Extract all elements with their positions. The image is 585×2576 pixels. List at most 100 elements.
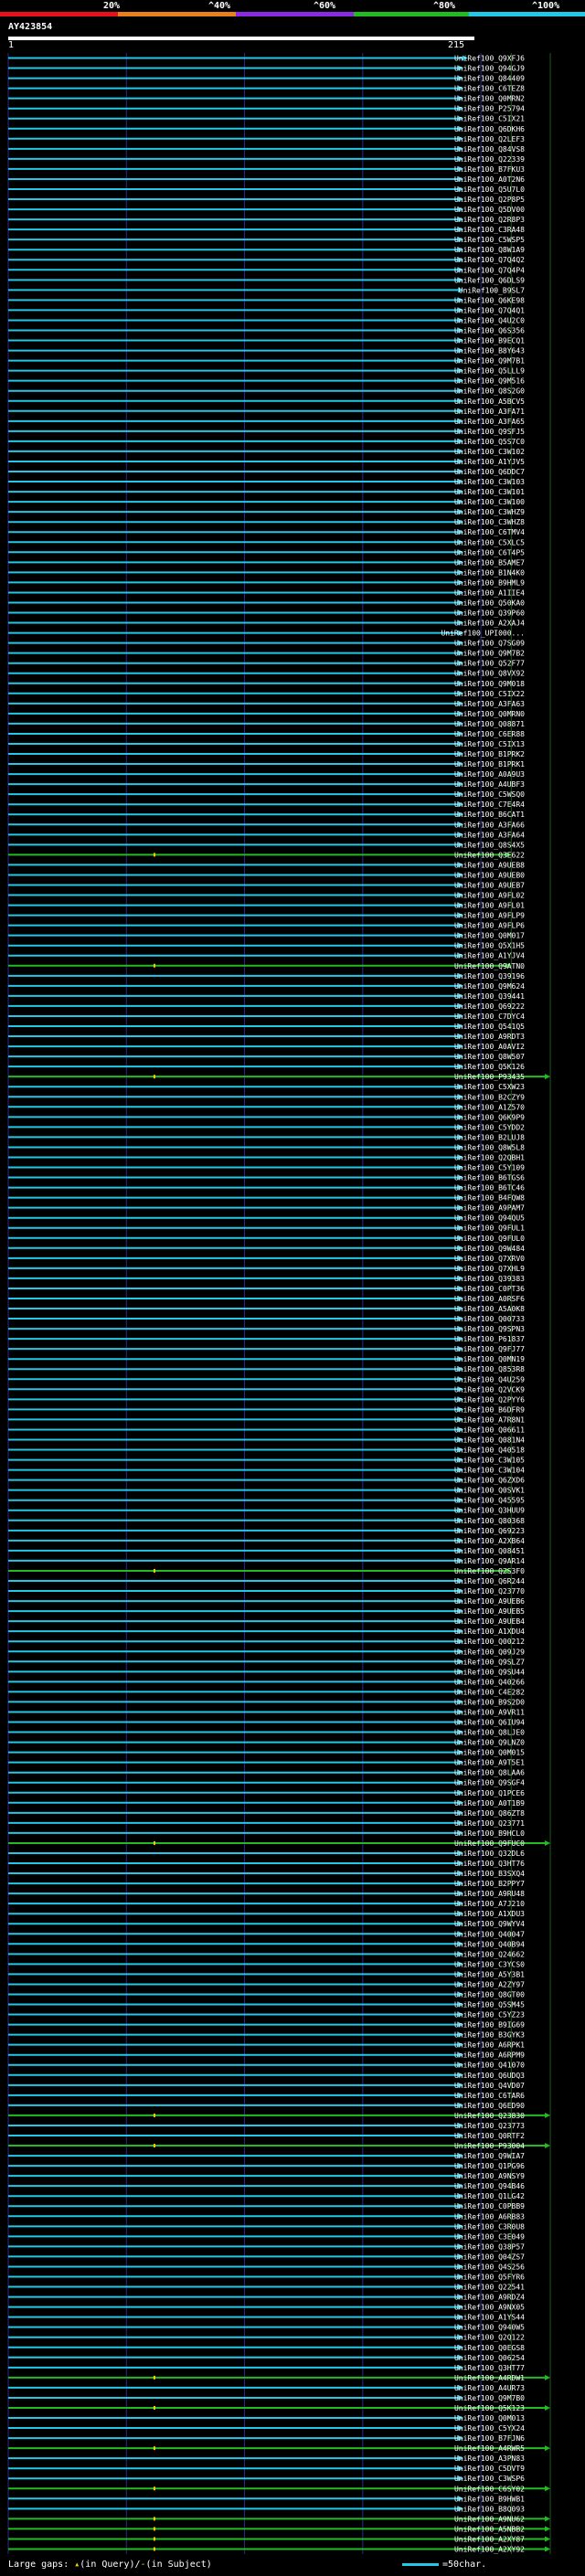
hit-row[interactable]: UniRef100_B9IG69 xyxy=(8,2021,525,2030)
hit-row[interactable]: UniRef100_C7DYC4 xyxy=(8,1012,525,1021)
hit-label[interactable]: UniRef100_Q1PG96 xyxy=(454,2162,525,2170)
hit-row[interactable]: UniRef100_B9HWB1 xyxy=(8,2495,525,2503)
hit-row[interactable]: UniRef100_Q80368 xyxy=(8,1517,525,1525)
hit-label[interactable]: UniRef100_B6TC46 xyxy=(454,1184,525,1193)
hit-row[interactable]: UniRef100_C5WSQ0 xyxy=(8,790,525,799)
hit-label[interactable]: UniRef100_Q2VCK9 xyxy=(454,1385,525,1394)
hit-row[interactable]: UniRef100_P25794 xyxy=(8,105,525,113)
hit-row[interactable]: UniRef100_Q8S2G0 xyxy=(8,387,525,396)
hit-row[interactable]: UniRef100_Q2S3F0 xyxy=(8,1567,525,1575)
hit-label[interactable]: UniRef100_Q2R8P3 xyxy=(454,216,525,224)
hit-row[interactable]: UniRef100_Q9M7B0 xyxy=(8,2394,525,2402)
hit-label[interactable]: UniRef100_Q5U7L0 xyxy=(454,186,525,194)
hit-row[interactable]: UniRef100_C3W104 xyxy=(8,1467,525,1475)
hit-row[interactable]: UniRef100_A9RDT3 xyxy=(8,1033,525,1041)
hit-label[interactable]: UniRef100_Q8VX92 xyxy=(454,670,525,678)
hit-row[interactable]: UniRef100_A6RB83 xyxy=(8,2212,525,2221)
hit-label[interactable]: UniRef100_A4UBF3 xyxy=(454,780,525,789)
hit-label[interactable]: UniRef100_Q5X1H5 xyxy=(454,942,525,950)
hit-label[interactable]: UniRef100_Q0M015 xyxy=(454,1749,525,1757)
hit-label[interactable]: UniRef100_C5Y109 xyxy=(454,1164,525,1172)
hit-row[interactable]: UniRef100_Q8LJE0 xyxy=(8,1729,525,1737)
hit-row[interactable]: UniRef100_A9UEB7 xyxy=(8,881,525,889)
hit-row[interactable]: UniRef100_Q40266 xyxy=(8,1678,525,1686)
hit-label[interactable]: UniRef100_P93004 xyxy=(454,2142,525,2150)
hit-row[interactable]: UniRef100_C5IX22 xyxy=(8,690,525,698)
hit-label[interactable]: UniRef100_B7FJN6 xyxy=(454,2434,525,2443)
hit-row[interactable]: UniRef100_Q23771 xyxy=(8,1819,525,1828)
hit-label[interactable]: UniRef100_Q5SM45 xyxy=(454,2001,525,2009)
hit-label[interactable]: UniRef100_A3FA65 xyxy=(454,418,525,426)
hit-label[interactable]: UniRef100_Q4VD07 xyxy=(454,2082,525,2090)
hit-label[interactable]: UniRef100_A9T5E1 xyxy=(454,1759,525,1767)
hit-label[interactable]: UniRef100_A6RB83 xyxy=(454,2212,525,2221)
hit-row[interactable]: UniRef100_Q9FUC0 xyxy=(8,1839,551,1848)
hit-label[interactable]: UniRef100_Q9XFJ6 xyxy=(454,55,525,63)
hit-row[interactable]: UniRef100_Q9M7B1 xyxy=(8,357,525,366)
hit-label[interactable]: UniRef100_Q94GJ9 xyxy=(454,65,525,73)
hit-row[interactable]: UniRef100_C6TMV4 xyxy=(8,528,525,536)
hit-label[interactable]: UniRef100_A1Z570 xyxy=(454,1103,525,1111)
hit-label[interactable]: UniRef100_A2XY92 xyxy=(454,2545,525,2553)
hit-label[interactable]: UniRef100_A7R8N1 xyxy=(454,1415,525,1424)
hit-label[interactable]: UniRef100_Q7SG09 xyxy=(454,640,525,648)
hit-label[interactable]: UniRef100_C5YZ23 xyxy=(454,2011,525,2019)
hit-label[interactable]: UniRef100_Q45595 xyxy=(454,1497,525,1505)
hit-label[interactable]: UniRef100_Q9LNZ0 xyxy=(454,1739,525,1747)
hit-row[interactable]: UniRef100_Q8LAA6 xyxy=(8,1769,525,1777)
hit-row[interactable]: UniRef100_Q2VCK9 xyxy=(8,1385,525,1394)
hit-row[interactable]: UniRef100_Q3E622 xyxy=(8,851,525,859)
hit-row[interactable]: UniRef100_B2CZY9 xyxy=(8,1093,525,1101)
hit-label[interactable]: UniRef100_A9UEB0 xyxy=(454,871,525,879)
hit-label[interactable]: UniRef100_Q9WYV4 xyxy=(454,1920,525,1928)
hit-row[interactable]: UniRef100_A9T5E1 xyxy=(8,1759,525,1767)
hit-label[interactable]: UniRef100_A9UEB6 xyxy=(454,1597,525,1606)
hit-row[interactable]: UniRef100_B9HCL0 xyxy=(8,1829,525,1838)
hit-label[interactable]: UniRef100_Q2Q122 xyxy=(454,2334,525,2342)
hit-label[interactable]: UniRef100_Q08871 xyxy=(454,720,525,728)
hit-row[interactable]: UniRef100_Q38P57 xyxy=(8,2242,525,2251)
hit-row[interactable]: UniRef100_Q2QBH1 xyxy=(8,1153,525,1161)
hit-row[interactable]: UniRef100_P61837 xyxy=(8,1335,525,1343)
hit-row[interactable]: UniRef100_Q6DKH6 xyxy=(8,125,525,133)
hit-row[interactable]: UniRef100_Q9XFJ6 xyxy=(8,55,525,63)
hit-label[interactable]: UniRef100_B8Q093 xyxy=(454,2505,525,2513)
hit-row[interactable]: UniRef100_A0AVI2 xyxy=(8,1043,525,1051)
hit-label[interactable]: UniRef100_B6TGS6 xyxy=(454,1174,525,1182)
hit-row[interactable]: UniRef100_C3W100 xyxy=(8,498,525,506)
hit-row[interactable]: UniRef100_B9ECQ1 xyxy=(8,337,525,345)
hit-label[interactable]: UniRef100_B2LUJ8 xyxy=(454,1133,525,1141)
hit-label[interactable]: UniRef100_C6TMV4 xyxy=(454,528,525,536)
hit-row[interactable]: UniRef100_Q00212 xyxy=(8,1638,525,1646)
hit-label[interactable]: UniRef100_B9S2D0 xyxy=(454,1698,525,1706)
hit-label[interactable]: UniRef100_Q1LG42 xyxy=(454,2192,525,2200)
hit-label[interactable]: UniRef100_A9UEB8 xyxy=(454,861,525,869)
hit-label[interactable]: UniRef100_Q0EGS8 xyxy=(454,2344,525,2352)
hit-row[interactable]: UniRef100_Q6R244 xyxy=(8,1577,525,1585)
hit-label[interactable]: UniRef100_C3W101 xyxy=(454,488,525,496)
hit-label[interactable]: UniRef100_C5WSQ0 xyxy=(454,790,525,799)
hit-label[interactable]: UniRef100_Q6K9P9 xyxy=(454,1113,525,1121)
hit-row[interactable]: UniRef100_C3W103 xyxy=(8,478,525,486)
hit-row[interactable]: UniRef100_Q6DDC7 xyxy=(8,468,525,476)
hit-label[interactable]: UniRef100_A9RDZ4 xyxy=(454,2294,525,2302)
hit-label[interactable]: UniRef100_Q84409 xyxy=(454,75,525,83)
hit-row[interactable]: UniRef100_B9SL7 xyxy=(8,286,525,294)
hit-label[interactable]: UniRef100_Q2P8P5 xyxy=(454,196,525,204)
hit-row[interactable]: UniRef100_A5A0K8 xyxy=(8,1305,525,1313)
hit-row[interactable]: UniRef100_Q7XHL9 xyxy=(8,1265,525,1273)
hit-label[interactable]: UniRef100_A9NSY9 xyxy=(454,2172,525,2180)
hit-label[interactable]: UniRef100_Q23773 xyxy=(454,2122,525,2130)
hit-row[interactable]: UniRef100_Q40518 xyxy=(8,1447,525,1455)
hit-row[interactable]: UniRef100_Q9FJ77 xyxy=(8,1345,525,1353)
hit-row[interactable]: UniRef100_A9PAM7 xyxy=(8,1204,525,1213)
hit-row[interactable]: UniRef100_UPI000... xyxy=(8,630,525,638)
hit-row[interactable]: UniRef100_Q7Q4Q2 xyxy=(8,256,525,264)
hit-label[interactable]: UniRef100_Q86ZT8 xyxy=(454,1809,525,1818)
hit-row[interactable]: UniRef100_Q1PG96 xyxy=(8,2162,525,2170)
hit-label[interactable]: UniRef100_Q38P57 xyxy=(454,2242,525,2251)
hit-row[interactable]: UniRef100_Q08451 xyxy=(8,1547,525,1555)
hit-row[interactable]: UniRef100_B3GYK3 xyxy=(8,2031,525,2040)
hit-row[interactable]: UniRef100_A1YS44 xyxy=(8,2314,525,2322)
hit-row[interactable]: UniRef100_Q9M624 xyxy=(8,982,525,991)
